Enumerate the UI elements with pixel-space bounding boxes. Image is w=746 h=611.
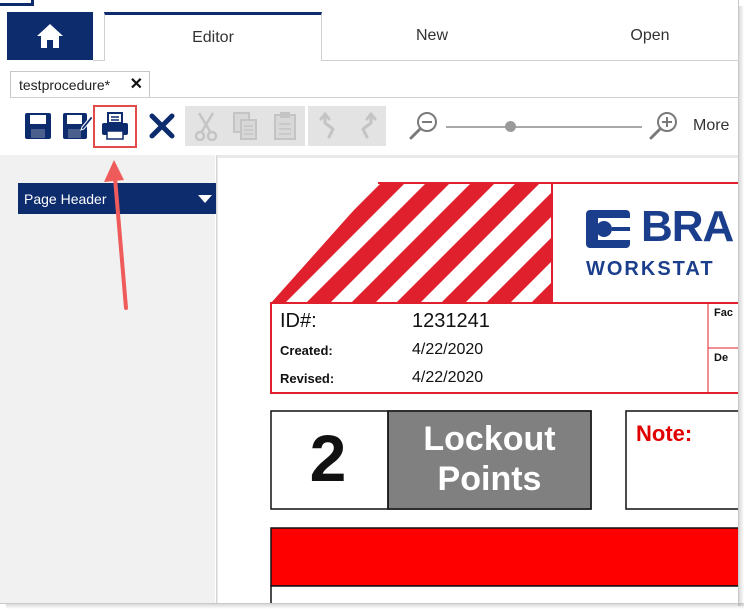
save-as-icon — [63, 113, 93, 139]
save-icon — [25, 113, 51, 139]
paste-button[interactable] — [267, 108, 303, 144]
annotation-arrow — [104, 160, 128, 310]
copy-button[interactable] — [227, 108, 263, 144]
redo-icon — [361, 111, 377, 139]
cut-button[interactable] — [188, 108, 224, 144]
zoom-in-icon — [649, 112, 677, 140]
zoom-out-icon — [409, 112, 437, 140]
lockout-label-line1: Lockout — [423, 420, 556, 458]
logo-subtext: WORKSTAT — [586, 258, 715, 280]
chevron-down-icon — [198, 195, 212, 203]
lockout-count: 2 — [309, 421, 347, 495]
more-button[interactable]: More — [693, 117, 729, 135]
zoom-out-button[interactable] — [405, 108, 441, 144]
paste-icon — [274, 112, 296, 140]
brady-logo — [586, 210, 630, 248]
zoom-slider-track[interactable] — [446, 126, 642, 128]
created-label: Created: — [280, 343, 333, 358]
save-button[interactable] — [20, 108, 56, 144]
lockout-label-line2: Points — [437, 460, 542, 498]
copy-icon — [233, 112, 257, 140]
save-as-button[interactable] — [59, 108, 95, 144]
created-value: 4/22/2020 — [412, 341, 484, 358]
revised-value: 4/22/2020 — [412, 369, 484, 386]
print-icon — [102, 112, 128, 140]
delete-icon — [149, 113, 175, 139]
redo-button[interactable] — [349, 108, 385, 144]
side-label-facility: Fac — [714, 307, 733, 319]
tab-open[interactable]: Open — [542, 12, 738, 60]
tab-editor[interactable]: Editor — [104, 12, 322, 61]
revised-label: Revised: — [280, 371, 335, 386]
cut-icon — [194, 112, 218, 141]
zoom-slider-thumb[interactable] — [505, 121, 517, 132]
undo-icon — [319, 111, 335, 139]
id-value: 1231241 — [412, 310, 490, 332]
home-button[interactable] — [7, 12, 93, 60]
document-tab-title: testprocedure* — [19, 76, 111, 93]
app-icon — [0, 0, 34, 6]
id-label: ID#: — [280, 310, 317, 332]
delete-button[interactable] — [144, 108, 180, 144]
tab-new[interactable]: New — [322, 12, 542, 60]
close-tab-icon[interactable]: ✕ — [130, 74, 143, 94]
home-icon — [37, 24, 63, 48]
app-window: Editor New Open testprocedure* ✕ More Pa… — [0, 0, 739, 604]
note-label: Note: — [636, 421, 693, 446]
document-tab[interactable]: testprocedure* ✕ — [10, 71, 150, 97]
print-button[interactable] — [97, 108, 133, 144]
logo-text: BRA — [641, 202, 734, 251]
undo-button[interactable] — [311, 108, 347, 144]
zoom-in-button[interactable] — [645, 108, 681, 144]
side-label-description: De — [714, 352, 729, 364]
page-header-label: Page Header — [24, 190, 107, 207]
